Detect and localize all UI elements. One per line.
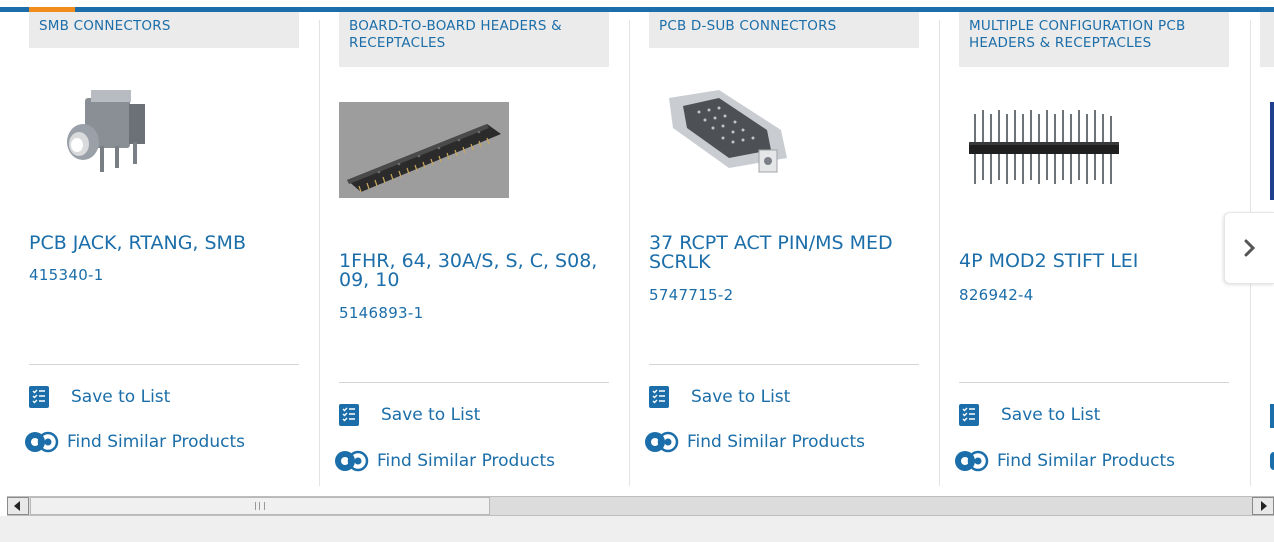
find-similar-label: Find Similar Products <box>687 432 865 452</box>
arrow-left-icon <box>14 501 20 511</box>
part-number[interactable]: 826942-4 <box>959 286 1034 304</box>
find-similar-button[interactable]: Find Similar Products <box>645 429 865 455</box>
grip-icon <box>255 502 265 510</box>
checklist-icon <box>959 404 979 426</box>
gears-icon <box>645 431 679 453</box>
save-to-list-button[interactable]: Save to List <box>649 386 790 408</box>
part-number[interactable]: 5747715-2 <box>649 286 733 304</box>
find-similar-label: Find Similar Products <box>377 451 555 471</box>
divider <box>959 382 1229 383</box>
product-title[interactable]: 1FHR, 64, 30A/S, S, C, S08, 09, 10 <box>339 252 607 290</box>
product-title[interactable]: 4P MOD2 STIFT LEI <box>959 252 1229 271</box>
product-card: BOARD-TO-BOARD HEADERS & RECEPTACLES 1FH… <box>319 12 629 488</box>
carousel-next-button[interactable] <box>1224 212 1274 284</box>
find-similar-label: Find Similar Products <box>997 451 1175 471</box>
page-footer-area <box>0 516 1274 542</box>
smb-connector-image[interactable] <box>55 84 160 184</box>
save-label: Save to List <box>71 387 171 407</box>
category-label: BOARD-TO-BOARD HEADERS & RECEPTACLES <box>339 12 609 67</box>
save-label: Save to List <box>381 405 481 425</box>
scroll-left-button[interactable] <box>7 497 29 515</box>
category-label: PCB D-SUB CONNECTORS <box>649 12 919 48</box>
save-label: Save to List <box>1001 405 1101 425</box>
product-image[interactable] <box>1270 102 1274 200</box>
divider <box>29 364 299 365</box>
scrollbar-thumb[interactable] <box>30 497 490 515</box>
divider <box>649 364 919 365</box>
part-number[interactable]: 5146893-1 <box>339 304 423 322</box>
divider <box>339 382 609 383</box>
checklist-icon <box>339 404 359 426</box>
save-to-list-button[interactable]: Save to List <box>29 386 170 408</box>
pin-header-image[interactable] <box>965 104 1125 194</box>
chevron-right-icon <box>1244 239 1256 257</box>
product-card: PCB D-SUB CONNECTORS 37 RCPT ACT PIN/MS … <box>629 12 939 488</box>
find-similar-button[interactable]: Find Similar Products <box>955 448 1175 474</box>
checklist-icon[interactable] <box>1270 404 1274 428</box>
product-carousel: SMB CONNECTORS PCB JACK, RTANG, SMB 4153… <box>0 12 1274 488</box>
save-to-list-button[interactable]: Save to List <box>959 404 1100 426</box>
find-similar-button[interactable]: Find Similar Products <box>335 448 555 474</box>
save-label: Save to List <box>691 387 791 407</box>
gears-icon <box>335 450 369 472</box>
product-card: SMB CONNECTORS PCB JACK, RTANG, SMB 4153… <box>0 12 310 488</box>
horizontal-scrollbar[interactable] <box>7 496 1274 516</box>
dsub-connector-image[interactable] <box>659 88 794 178</box>
scroll-right-button[interactable] <box>1252 497 1274 515</box>
gears-icon[interactable] <box>1270 452 1274 470</box>
checklist-icon <box>29 386 49 408</box>
category-label: SMB CONNECTORS <box>29 12 299 48</box>
product-card: MULTIPLE CONFIGURATION PCB HEADERS & REC… <box>939 12 1249 488</box>
gears-icon <box>955 450 989 472</box>
find-similar-label: Find Similar Products <box>67 432 245 452</box>
product-title[interactable]: 37 RCPT ACT PIN/MS MED SCRLK <box>649 234 919 272</box>
part-number[interactable]: 415340-1 <box>29 266 104 284</box>
category-label: MULTIPLE CONFIGURATION PCB HEADERS & REC… <box>959 12 1229 67</box>
checklist-icon <box>649 386 669 408</box>
board-header-image[interactable] <box>339 102 509 198</box>
category-label <box>1260 12 1274 67</box>
arrow-right-icon <box>1261 501 1267 511</box>
save-to-list-button[interactable]: Save to List <box>339 404 480 426</box>
product-title[interactable]: PCB JACK, RTANG, SMB <box>29 234 304 253</box>
find-similar-button[interactable]: Find Similar Products <box>25 429 245 455</box>
gears-icon <box>25 431 59 453</box>
